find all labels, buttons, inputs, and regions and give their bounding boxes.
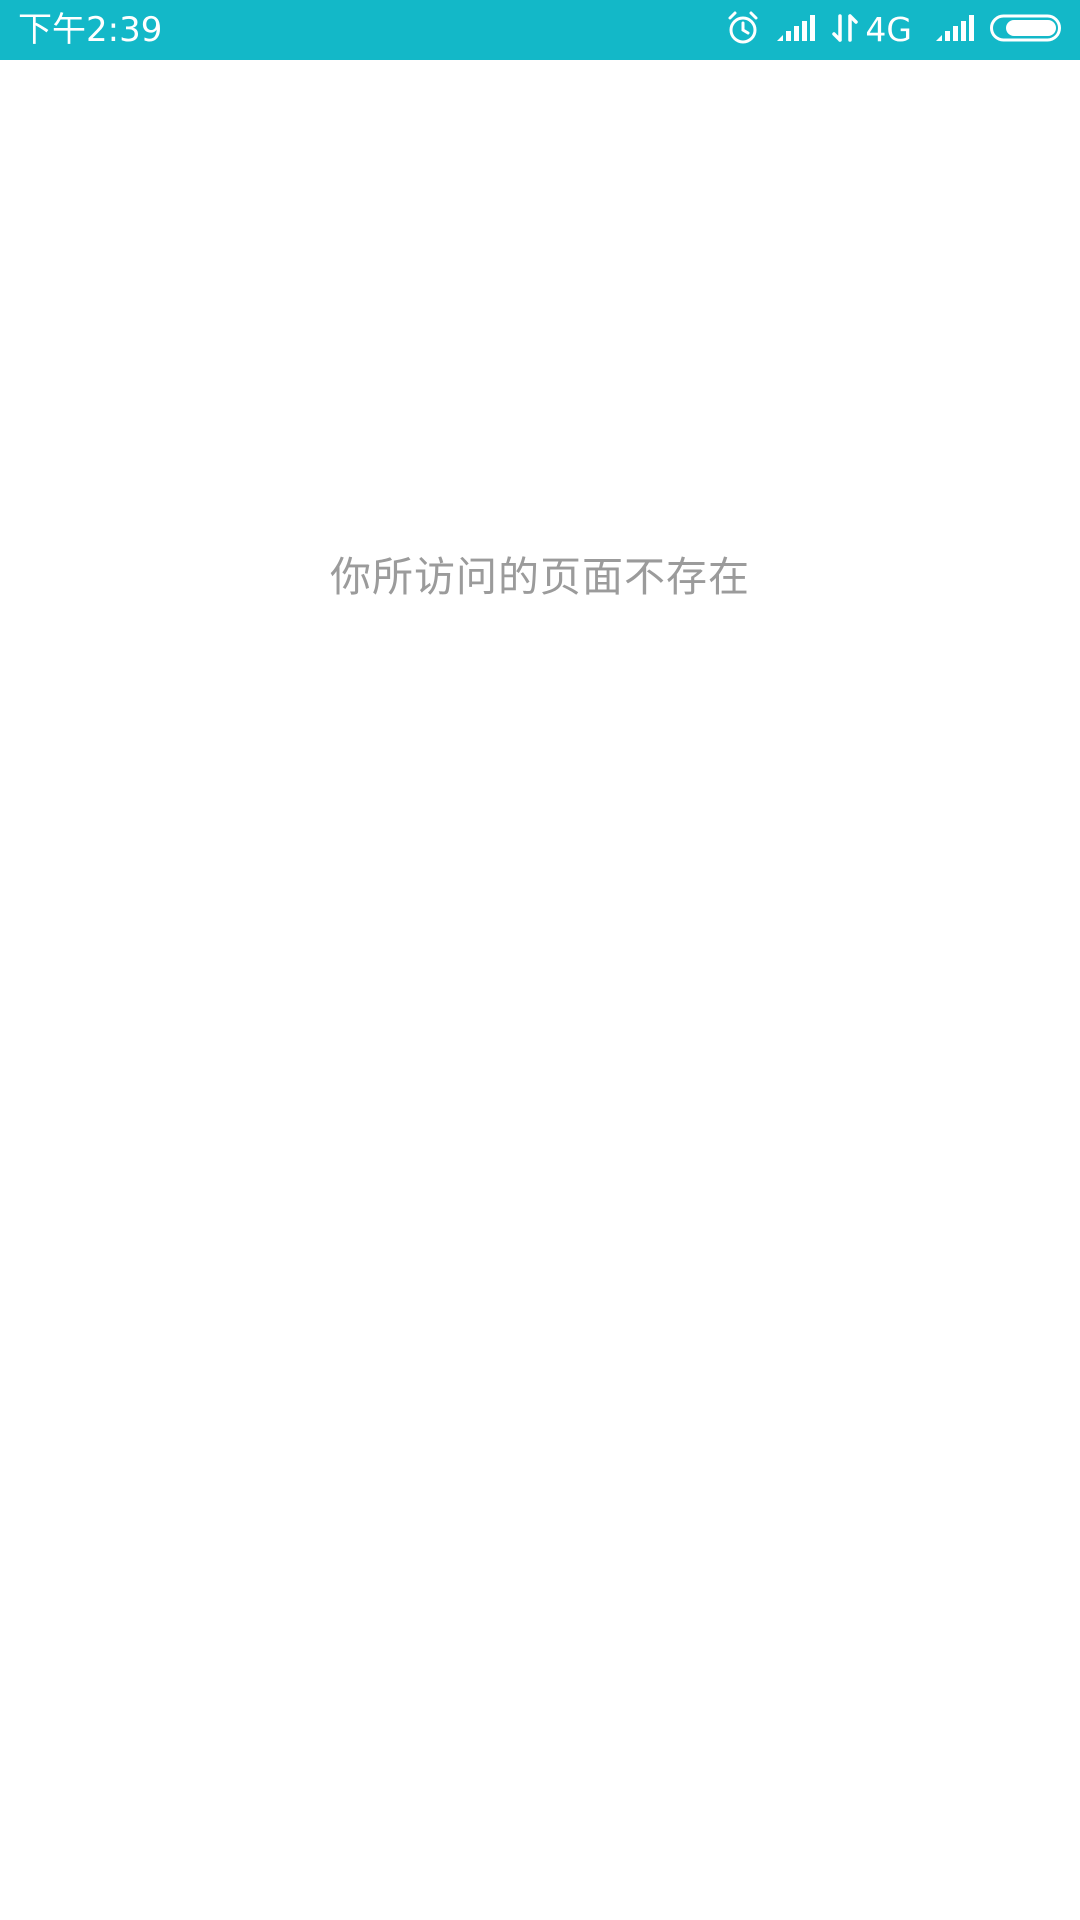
status-time: 下午2:39 — [18, 10, 163, 50]
alarm-icon — [725, 10, 761, 50]
network-type-label: 4G — [865, 10, 912, 49]
status-bar: 下午2:39 4G — [0, 0, 1080, 60]
battery-icon — [990, 13, 1062, 47]
screen: 下午2:39 4G 你所访问的页面不存在 — [0, 0, 1080, 1920]
signal-icon — [775, 13, 817, 47]
empty-state-message: 你所访问的页面不存在 — [330, 553, 750, 601]
data-arrows-icon — [831, 12, 859, 48]
main-content: 你所访问的页面不存在 — [0, 60, 1080, 1920]
signal-icon — [934, 13, 976, 47]
status-icons: 4G — [711, 0, 1062, 60]
